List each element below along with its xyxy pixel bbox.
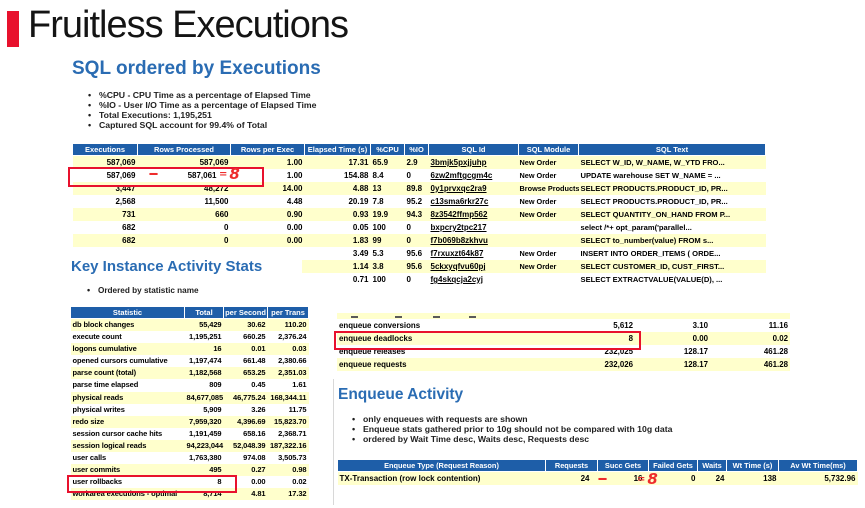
col-header-per-second: per Second bbox=[223, 306, 268, 319]
col-header-statistic: Statistic bbox=[70, 306, 185, 319]
table-row: parse count (total) 1,182,568 653.25 2,351.… bbox=[70, 367, 309, 380]
table-row: workarea executions - optimal 8,714 4.81 17… bbox=[70, 488, 309, 501]
sql-id-link[interactable]: c13sma6rkr27c bbox=[428, 195, 519, 208]
sql-section-heading: SQL ordered by Executions bbox=[72, 58, 321, 79]
col-header-enqueue-type: Enqueue Type (Request Reason) bbox=[337, 459, 546, 472]
table-row: session logical reads 94,223,044 52,048.39… bbox=[70, 439, 309, 453]
table-row: user calls 1,763,380 974.08 3,505.73 bbox=[70, 452, 309, 465]
col-header-sql-id: SQL Id bbox=[428, 143, 519, 156]
table-row: user commits 495 0.27 0.98 bbox=[70, 464, 309, 477]
stats-section-heading: Key Instance Activity Stats bbox=[71, 258, 263, 275]
bullet-item: %CPU - CPU Time as a percentage of Elaps… bbox=[88, 90, 316, 100]
enqueue-section-bullets: only enqueues with requests are shown En… bbox=[352, 414, 672, 445]
annotation-equals-8: = 8 bbox=[219, 165, 240, 183]
enqueue-stats-fragment-table: enqueue conversions 5,612 3.10 11.16 enqueu… bbox=[334, 313, 790, 371]
col-header-wt-time: Wt Time (s) bbox=[726, 459, 779, 472]
sql-id-link[interactable]: 6zw2mftgcgm4c bbox=[428, 169, 519, 182]
col-header-waits: Waits bbox=[697, 459, 727, 472]
bullet-item: ordered by Wait Time desc, Waits desc, R… bbox=[352, 434, 672, 445]
table-row: 682 0 0.00 1.83 99 0 f7b069b8zkhvu SELECT to_nu… bbox=[72, 234, 766, 247]
sql-id-link[interactable]: fg4skqcja2cyj bbox=[428, 273, 519, 286]
table-row: 3,447 48,272 14.00 4.88 13 89.8 0y1prvxqc2ra9 B… bbox=[72, 182, 766, 195]
table-header-row: Statistic Total per Second per Trans bbox=[70, 306, 309, 319]
sql-id-link[interactable]: 5ckxyqfvu60pj bbox=[428, 260, 519, 273]
table-row: db block changes 55,429 30.62 110.20 bbox=[70, 318, 309, 332]
title-accent-bar bbox=[7, 11, 19, 47]
table-row: opened cursors cumulative 1,197,474 661.48… bbox=[70, 355, 309, 368]
clipped-partial-row bbox=[337, 313, 790, 320]
col-header-io: %IO bbox=[404, 143, 429, 156]
table-row: redo size 7,959,320 4,396.69 15,823.70 bbox=[70, 415, 309, 428]
stats-section-bullets: Ordered by statistic name bbox=[87, 286, 199, 295]
col-header-rows-per-exec: Rows per Exec bbox=[230, 143, 305, 156]
table-header-row: Enqueue Type (Request Reason) Requests S… bbox=[337, 459, 858, 472]
annotation-minus: - bbox=[597, 471, 609, 487]
col-header-total: Total bbox=[184, 306, 224, 319]
table-row: 587,069 587,061 1.00 154.88 8.4 0 6zw2mftgcgm4… bbox=[72, 169, 766, 182]
sql-id-link[interactable]: 3bmjk5pxjjuhp bbox=[428, 155, 519, 169]
bullet-item: %IO - User I/O Time as a percentage of E… bbox=[88, 100, 316, 110]
table-row: enqueue conversions 5,612 3.10 11.16 bbox=[337, 319, 790, 332]
col-header-cpu: %CPU bbox=[370, 143, 405, 156]
table-row: logons cumulative 16 0.01 0.03 bbox=[70, 343, 309, 356]
table-row: execute count 1,195,251 660.25 2,376.24 bbox=[70, 331, 309, 344]
sql-id-link[interactable]: f7rxuxzt64k87 bbox=[428, 247, 519, 260]
sql-id-link[interactable]: f7b069b8zkhvu bbox=[428, 234, 519, 247]
annotation-minus: - bbox=[148, 166, 160, 182]
page-title: Fruitless Executions bbox=[28, 4, 349, 46]
col-header-sql-module: SQL Module bbox=[518, 143, 579, 156]
sql-id-link[interactable]: 0y1prvxqc2ra9 bbox=[428, 182, 519, 195]
table-row: parse time elapsed 809 0.45 1.61 bbox=[70, 379, 309, 392]
col-header-executions: Executions bbox=[72, 143, 138, 156]
table-row-user-rollbacks: user rollbacks 8 0.00 0.02 bbox=[70, 476, 309, 489]
sql-id-link[interactable]: bxpcry2tpc217 bbox=[428, 221, 519, 234]
table-row: 2,568 11,500 4.48 20.19 7.8 95.2 c13sma6rkr27c… bbox=[72, 195, 766, 208]
col-header-sql-text: SQL Text bbox=[578, 143, 766, 156]
col-header-requests: Requests bbox=[545, 459, 598, 472]
enqueue-section-heading: Enqueue Activity bbox=[338, 386, 464, 403]
table-row: session cursor cache hits 1,191,459 658.16… bbox=[70, 427, 309, 440]
fragment-edge-line bbox=[333, 379, 334, 505]
bullet-item: Captured SQL account for 99.4% of Total bbox=[88, 120, 316, 130]
instance-activity-stats-table: Statistic Total per Second per Trans db … bbox=[67, 306, 309, 501]
table-row: 731 660 0.90 0.93 19.9 94.3 8z3542ffmp562 New O… bbox=[72, 208, 766, 221]
col-header-per-trans: per Trans bbox=[267, 306, 309, 319]
sql-id-link[interactable]: 8z3542ffmp562 bbox=[428, 208, 519, 221]
col-header-rows-processed: Rows Processed bbox=[137, 143, 231, 156]
table-row-enqueue-deadlocks: enqueue deadlocks 8 0.00 0.02 bbox=[337, 332, 790, 345]
table-row: enqueue releases 232,025 128.17 461.28 bbox=[337, 345, 790, 358]
col-header-av-wt-time: Av Wt Time(ms) bbox=[778, 459, 858, 472]
sql-section-bullets: %CPU - CPU Time as a percentage of Elaps… bbox=[88, 90, 316, 130]
col-header-elapsed-time: Elapsed Time (s) bbox=[304, 143, 371, 156]
table-row: 682 0 0.00 0.05 100 0 bxpcry2tpc217 select /*+ … bbox=[72, 221, 766, 234]
bullet-item: Total Executions: 1,195,251 bbox=[88, 110, 316, 120]
table-row: enqueue requests 232,026 128.17 461.28 bbox=[337, 358, 790, 371]
table-header-row: Executions Rows Processed Rows per Exec … bbox=[72, 143, 766, 156]
annotation-equals-8: = 8 bbox=[637, 470, 658, 488]
table-row: physical reads 84,677,085 46,775.24 168,344… bbox=[70, 391, 309, 404]
table-row: 587,069 587,069 1.00 17.31 65.9 2.9 3bmjk5pxjj… bbox=[72, 155, 766, 169]
table-row: physical writes 5,909 3.26 11.75 bbox=[70, 403, 309, 416]
enqueue-activity-table: Enqueue Type (Request Reason) Requests S… bbox=[337, 459, 858, 488]
bullet-item: Ordered by statistic name bbox=[87, 286, 199, 295]
